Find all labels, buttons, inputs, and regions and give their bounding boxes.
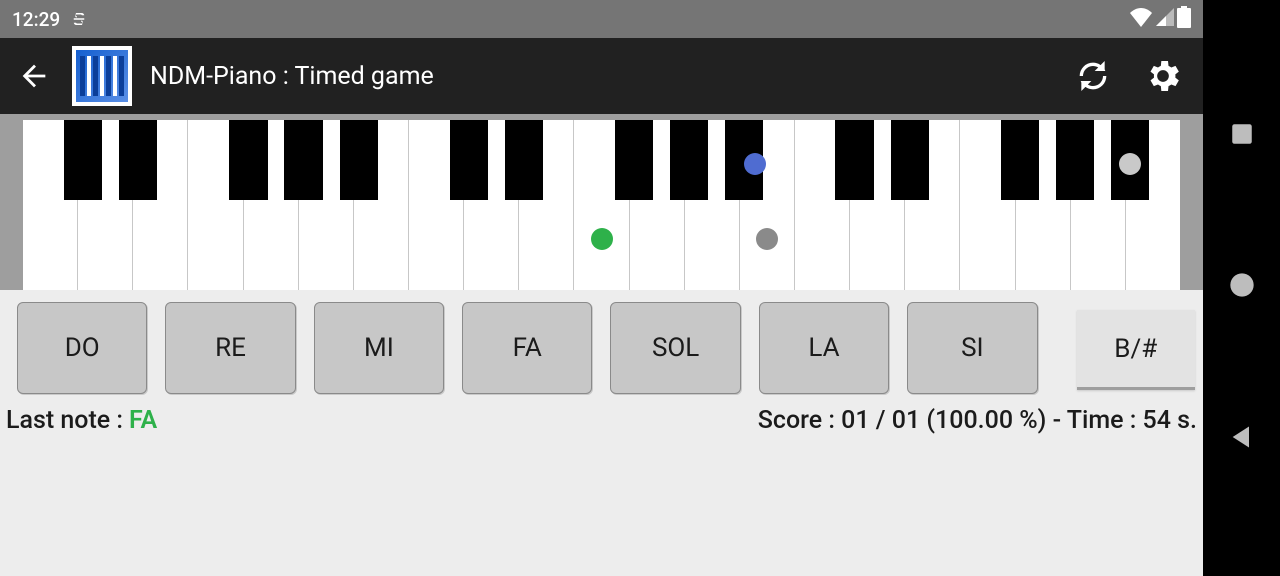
nav-recent-button[interactable]	[1229, 121, 1255, 151]
note-button-mi[interactable]: MI	[314, 302, 444, 394]
note-button-re[interactable]: RE	[165, 302, 295, 394]
last-note-value: FA	[129, 406, 157, 435]
black-key[interactable]	[670, 120, 708, 200]
piano-frame	[0, 114, 1203, 290]
note-dot	[744, 153, 766, 175]
black-key[interactable]	[340, 120, 378, 200]
note-dot	[756, 228, 778, 250]
wifi-icon	[1129, 7, 1153, 32]
note-dot	[1119, 153, 1141, 175]
score-text: Score : 01 / 01 (100.00 %) - Time : 54 s…	[758, 406, 1197, 435]
piano-keyboard[interactable]	[23, 120, 1180, 290]
note-dot	[591, 228, 613, 250]
android-nav-bar	[1203, 0, 1280, 576]
refresh-button[interactable]	[1067, 50, 1119, 102]
black-key[interactable]	[229, 120, 267, 200]
battery-icon	[1177, 6, 1191, 33]
black-key[interactable]	[835, 120, 873, 200]
black-key[interactable]	[891, 120, 929, 200]
black-key[interactable]	[64, 120, 102, 200]
nav-home-button[interactable]	[1228, 271, 1256, 303]
black-key[interactable]	[119, 120, 157, 200]
black-key[interactable]	[615, 120, 653, 200]
strikethrough-s-icon	[70, 10, 88, 28]
app-screen: 12:29 NDM-Piano : Timed game	[0, 0, 1203, 576]
signal-icon	[1155, 7, 1175, 32]
black-key[interactable]	[505, 120, 543, 200]
status-line: Last note : FA Score : 01 / 01 (100.00 %…	[0, 400, 1203, 435]
black-key[interactable]	[450, 120, 488, 200]
note-button-la[interactable]: LA	[759, 302, 889, 394]
status-bar: 12:29	[0, 0, 1203, 38]
back-button[interactable]	[14, 56, 54, 96]
app-bar: NDM-Piano : Timed game	[0, 38, 1203, 114]
last-note-label: Last note :	[6, 406, 123, 435]
sharp-toggle-button[interactable]: B/#	[1077, 310, 1195, 390]
black-key[interactable]	[1001, 120, 1039, 200]
black-key[interactable]	[1056, 120, 1094, 200]
nav-back-button[interactable]	[1228, 423, 1256, 455]
settings-button[interactable]	[1137, 50, 1189, 102]
note-button-fa[interactable]: FA	[462, 302, 592, 394]
status-time: 12:29	[12, 8, 60, 31]
note-button-do[interactable]: DO	[17, 302, 147, 394]
black-key[interactable]	[284, 120, 322, 200]
note-button-si[interactable]: SI	[907, 302, 1037, 394]
note-buttons-row: DOREMIFASOLLASI B/#	[0, 290, 1203, 400]
note-button-sol[interactable]: SOL	[610, 302, 740, 394]
app-title: NDM-Piano : Timed game	[150, 62, 434, 91]
app-icon	[72, 46, 132, 106]
